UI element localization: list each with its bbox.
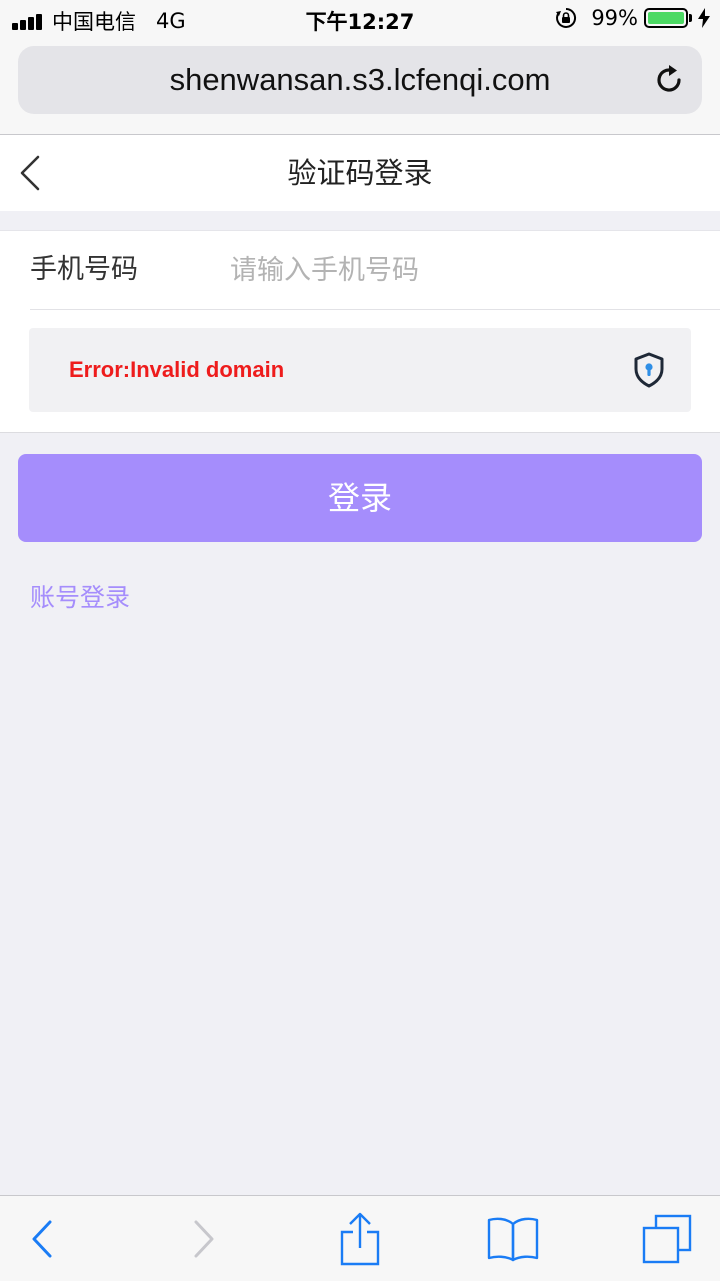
back-button[interactable]: [14, 1196, 70, 1281]
battery-level: [648, 12, 684, 24]
forward-icon: [194, 1220, 214, 1257]
share-button[interactable]: [330, 1196, 390, 1281]
tabs-icon: [642, 1214, 692, 1263]
share-icon: [340, 1212, 380, 1265]
captcha-error-text: Error:Invalid domain: [69, 357, 285, 382]
row-divider: [30, 309, 720, 310]
battery-icon: [644, 8, 688, 28]
forward-button[interactable]: [176, 1196, 232, 1281]
browser-toolbar: [0, 1195, 720, 1281]
phone-label: 手机号码: [30, 254, 138, 285]
rotation-lock-icon: [556, 7, 577, 28]
account-login-link[interactable]: 账号登录: [30, 578, 130, 614]
captcha-widget[interactable]: Error:Invalid domain: [29, 328, 691, 412]
login-form: 手机号码 Error:Invalid domain: [0, 230, 720, 433]
url-field[interactable]: shenwansan.s3.lcfenqi.com: [18, 46, 702, 114]
back-icon: [32, 1220, 52, 1257]
charging-bolt-icon: [698, 8, 710, 28]
browser-bar: shenwansan.s3.lcfenqi.com: [0, 40, 720, 135]
tabs-button[interactable]: [636, 1196, 698, 1281]
bookmarks-button[interactable]: [482, 1196, 544, 1281]
battery-percent: 99%: [591, 6, 638, 30]
bookmarks-icon: [487, 1217, 539, 1261]
status-bar: 中国电信 4G 下午12:27 99%: [0, 0, 720, 40]
nav-header: 验证码登录: [0, 135, 720, 211]
reload-icon[interactable]: [652, 63, 686, 97]
url-text[interactable]: shenwansan.s3.lcfenqi.com: [18, 46, 702, 114]
phone-input[interactable]: [230, 245, 680, 295]
shield-keyhole-icon: [634, 352, 664, 388]
phone-row: 手机号码: [0, 231, 720, 309]
battery-tip: [689, 14, 692, 22]
status-right: 99%: [555, 6, 710, 30]
page-title: 验证码登录: [287, 156, 433, 190]
login-button[interactable]: 登录: [18, 454, 702, 542]
